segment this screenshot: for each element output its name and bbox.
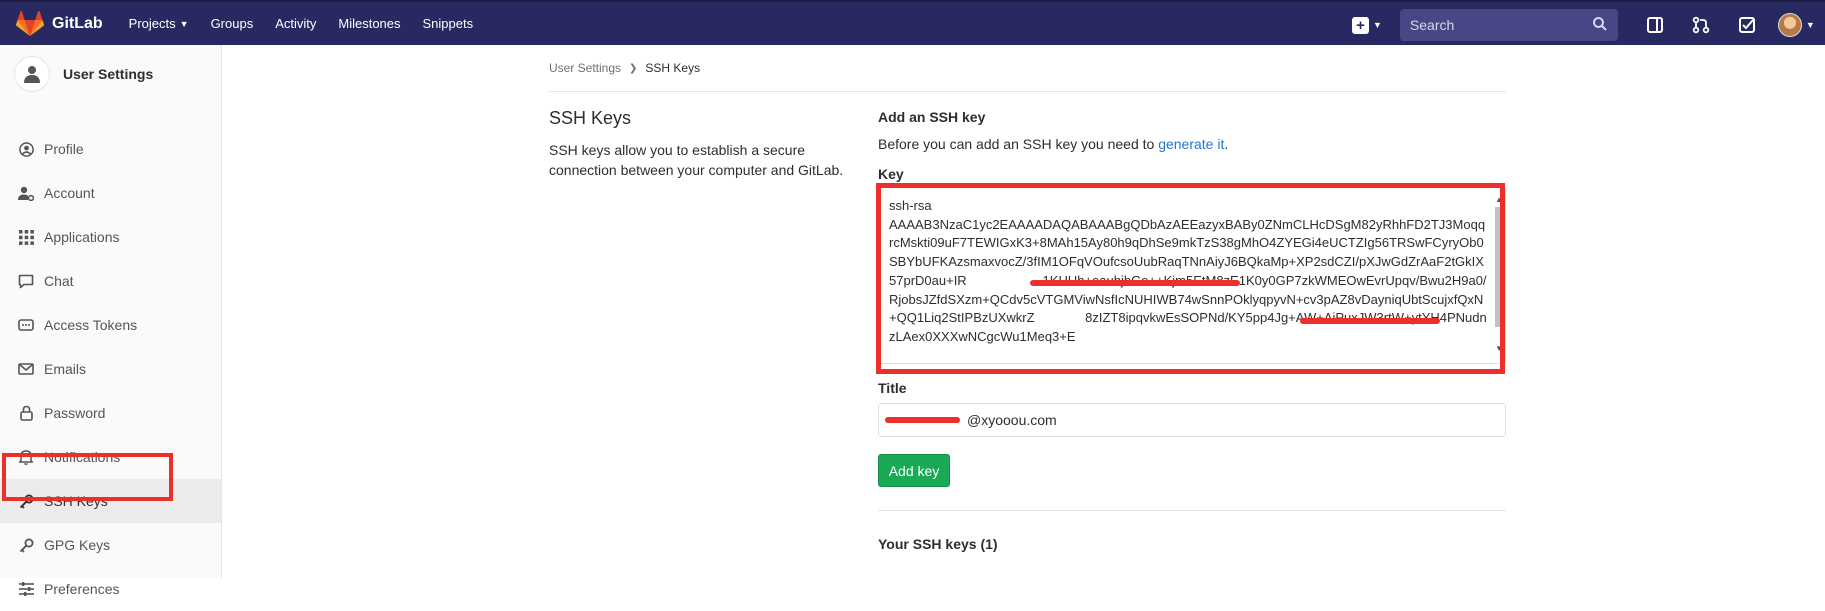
gitlab-logo[interactable]: GitLab	[16, 10, 129, 37]
key-label: Key	[878, 166, 904, 182]
sidebar-item-access-tokens[interactable]: Access Tokens	[0, 303, 221, 347]
breadcrumb: User Settings ❯ SSH Keys	[549, 61, 700, 75]
user-icon	[14, 56, 50, 92]
gitlab-logo-icon	[16, 10, 44, 36]
title-input[interactable]: @xyooou.com	[878, 403, 1506, 437]
nav-projects[interactable]: Projects ▼	[129, 16, 189, 31]
todo-check-icon[interactable]	[1738, 16, 1756, 34]
sidebar-item-label: Applications	[44, 229, 120, 245]
page-description: SSH keys allow you to establish a secure…	[549, 142, 844, 178]
add-key-heading: Add an SSH key	[878, 109, 986, 125]
sidebar-item-label: GPG Keys	[44, 537, 111, 553]
sidebar-item-applications[interactable]: Applications	[0, 215, 221, 259]
sidebar-item-account[interactable]: Account	[0, 171, 221, 215]
search-icon	[1592, 17, 1607, 31]
sidebar-item-label: Preferences	[44, 581, 120, 597]
divider	[878, 510, 1506, 511]
sidebar-item-emails[interactable]: Emails	[0, 347, 221, 391]
search-input[interactable]: Search	[1399, 9, 1618, 41]
sidebar-item-preferences[interactable]: Preferences	[0, 567, 221, 611]
account-gear-icon	[18, 185, 34, 201]
search-placeholder: Search	[1409, 17, 1455, 33]
sliders-icon	[18, 581, 34, 597]
add-key-intro: Before you can add an SSH key you need t…	[878, 136, 1228, 152]
sidebar-item-label: Password	[44, 405, 106, 421]
your-ssh-keys-heading: Your SSH keys (1)	[878, 536, 998, 552]
title-label: Title	[878, 380, 907, 396]
chevron-down-icon: ▼	[179, 18, 189, 29]
lock-icon	[18, 405, 34, 421]
chevron-right-icon: ❯	[629, 62, 638, 74]
breadcrumb-parent[interactable]: User Settings	[549, 61, 621, 75]
sidebar-item-label: Account	[44, 185, 95, 201]
key-icon	[18, 537, 34, 553]
intro-suffix: .	[1224, 136, 1229, 152]
sidebar-item-label: Emails	[44, 361, 87, 377]
app-name: GitLab	[52, 14, 103, 32]
merge-request-icon[interactable]	[1692, 16, 1710, 34]
sidebar-item-password[interactable]: Password	[0, 391, 221, 435]
nav-snippets[interactable]: Snippets	[423, 16, 474, 31]
title-input-value: @xyooou.com	[967, 412, 1057, 428]
user-avatar[interactable]	[1777, 13, 1802, 37]
page-title: SSH Keys	[549, 108, 632, 128]
nav-milestones[interactable]: Milestones	[338, 16, 400, 31]
highlight-annotation	[2, 453, 173, 501]
divider	[549, 91, 1506, 92]
chat-icon	[18, 273, 34, 289]
grid-icon	[18, 229, 34, 245]
chevron-down-icon: ▼	[1373, 20, 1382, 30]
sidebar-item-profile[interactable]: Profile	[0, 127, 221, 171]
chevron-down-icon[interactable]: ▼	[1806, 20, 1815, 30]
highlight-annotation	[876, 183, 1505, 374]
nav-groups[interactable]: Groups	[211, 16, 254, 31]
sidebar-item-chat[interactable]: Chat	[0, 259, 221, 303]
sidebar-toggle-icon[interactable]	[1646, 16, 1664, 34]
sidebar-item-label: Profile	[44, 141, 84, 157]
plus-icon: +	[1352, 16, 1369, 34]
add-key-button[interactable]: Add key	[878, 454, 950, 487]
sidebar-item-gpg-keys[interactable]: GPG Keys	[0, 523, 221, 567]
new-dropdown-button[interactable]: + ▼	[1352, 16, 1382, 34]
sidebar-title: User Settings	[63, 66, 154, 82]
sidebar-item-label: Chat	[44, 273, 74, 289]
envelope-icon	[18, 361, 34, 377]
nav-projects-label: Projects	[128, 16, 176, 31]
token-icon	[18, 317, 34, 333]
sidebar-header[interactable]: User Settings	[0, 45, 221, 103]
intro-text: Before you can add an SSH key you need t…	[878, 136, 1159, 152]
redaction-mark	[885, 417, 960, 423]
sidebar-item-label: Access Tokens	[44, 317, 138, 333]
nav-activity[interactable]: Activity	[275, 16, 316, 31]
top-navbar: GitLab Projects ▼ Groups Activity Milest…	[0, 0, 1825, 45]
generate-it-link[interactable]: generate it	[1158, 136, 1224, 152]
user-icon	[18, 141, 34, 157]
breadcrumb-current[interactable]: SSH Keys	[645, 61, 700, 75]
